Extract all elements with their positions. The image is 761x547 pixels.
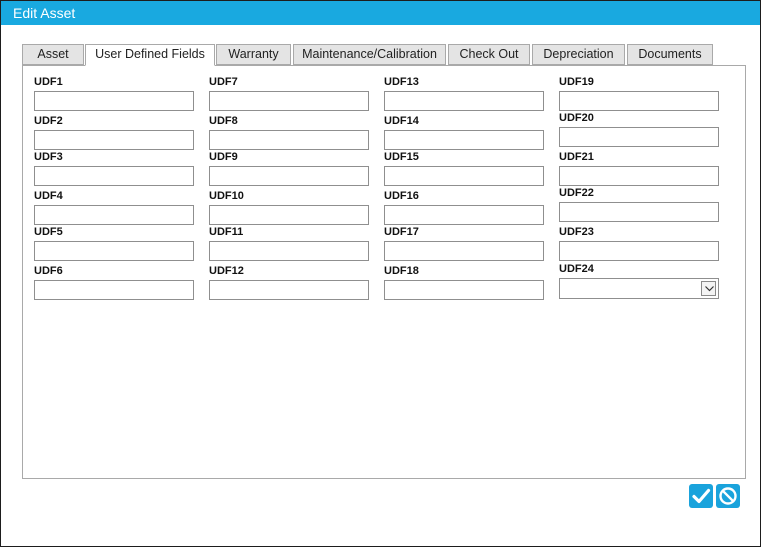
udf1-label: UDF1	[34, 76, 63, 88]
save-button[interactable]	[689, 484, 713, 508]
tab-documents[interactable]: Documents	[627, 44, 713, 65]
udf9-label: UDF9	[209, 151, 238, 163]
cancel-icon	[719, 487, 737, 505]
tab-asset[interactable]: Asset	[22, 44, 84, 65]
udf21-input[interactable]	[559, 166, 719, 186]
udf13-label: UDF13	[384, 76, 419, 88]
udf21-label: UDF21	[559, 151, 594, 163]
udf9-input[interactable]	[209, 166, 369, 186]
udf14-input[interactable]	[384, 130, 544, 150]
udf24-select[interactable]	[559, 278, 719, 299]
udf11-input[interactable]	[209, 241, 369, 261]
udf16-label: UDF16	[384, 190, 419, 202]
udf23-label: UDF23	[559, 226, 594, 238]
udf17-label: UDF17	[384, 226, 419, 238]
udf22-label: UDF22	[559, 187, 594, 199]
udf24-label: UDF24	[559, 263, 594, 275]
udf1-input[interactable]	[34, 91, 194, 111]
edit-asset-dialog: Edit Asset Asset User Defined Fields War…	[0, 0, 761, 547]
tab-maintenance-calibration[interactable]: Maintenance/Calibration	[293, 44, 446, 65]
udf15-label: UDF15	[384, 151, 419, 163]
udf5-label: UDF5	[34, 226, 63, 238]
udf12-input[interactable]	[209, 280, 369, 300]
udf18-input[interactable]	[384, 280, 544, 300]
udf4-label: UDF4	[34, 190, 63, 202]
udf19-label: UDF19	[559, 76, 594, 88]
udf4-input[interactable]	[34, 205, 194, 225]
udf14-label: UDF14	[384, 115, 419, 127]
udf3-input[interactable]	[34, 166, 194, 186]
tab-depreciation[interactable]: Depreciation	[532, 44, 625, 65]
udf2-label: UDF2	[34, 115, 63, 127]
udf11-label: UDF11	[209, 226, 244, 238]
udf6-label: UDF6	[34, 265, 63, 277]
udf10-input[interactable]	[209, 205, 369, 225]
tab-warranty[interactable]: Warranty	[216, 44, 291, 65]
udf12-label: UDF12	[209, 265, 244, 277]
checkmark-icon	[692, 488, 711, 504]
udf5-input[interactable]	[34, 241, 194, 261]
udf13-input[interactable]	[384, 91, 544, 111]
tab-user-defined-fields[interactable]: User Defined Fields	[85, 44, 215, 66]
udf22-input[interactable]	[559, 202, 719, 222]
udf2-input[interactable]	[34, 130, 194, 150]
udf20-label: UDF20	[559, 112, 594, 124]
udf18-label: UDF18	[384, 265, 419, 277]
udf23-input[interactable]	[559, 241, 719, 261]
udf19-input[interactable]	[559, 91, 719, 111]
udf6-input[interactable]	[34, 280, 194, 300]
cancel-button[interactable]	[716, 484, 740, 508]
dialog-title: Edit Asset	[1, 1, 760, 25]
udf8-label: UDF8	[209, 115, 238, 127]
udf8-input[interactable]	[209, 130, 369, 150]
tab-check-out[interactable]: Check Out	[448, 44, 530, 65]
udf16-input[interactable]	[384, 205, 544, 225]
udf7-input[interactable]	[209, 91, 369, 111]
chevron-down-icon[interactable]	[701, 281, 716, 296]
udf7-label: UDF7	[209, 76, 238, 88]
udf10-label: UDF10	[209, 190, 244, 202]
udf15-input[interactable]	[384, 166, 544, 186]
udf17-input[interactable]	[384, 241, 544, 261]
udf20-input[interactable]	[559, 127, 719, 147]
udf3-label: UDF3	[34, 151, 63, 163]
